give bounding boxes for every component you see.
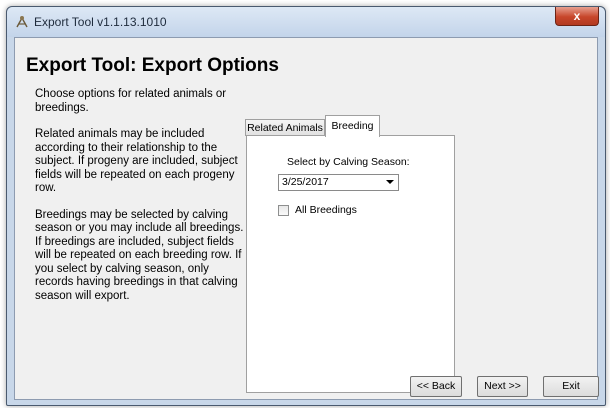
page-title: Export Tool: Export Options	[26, 55, 279, 76]
tab-breeding[interactable]: Breeding	[325, 115, 380, 137]
all-breedings-label[interactable]: All Breedings	[295, 204, 357, 216]
tab-related-animals[interactable]: Related Animals	[245, 119, 325, 136]
all-breedings-checkbox[interactable]	[278, 205, 289, 216]
help-paragraph-1: Choose options for related animals or br…	[35, 88, 227, 114]
back-button[interactable]: << Back	[410, 376, 462, 397]
exit-button[interactable]: Exit	[543, 376, 599, 397]
app-icon	[16, 16, 28, 28]
close-button[interactable]: x	[555, 7, 599, 26]
help-text: Choose options for related animals or br…	[35, 88, 245, 316]
export-tool-window: Export Tool v1.1.13.1010 x Export Tool: …	[6, 6, 606, 406]
next-button[interactable]: Next >>	[477, 376, 528, 397]
help-paragraph-2: Related animals may be included accordin…	[35, 128, 238, 194]
calving-season-dropdown[interactable]: 3/25/2017	[278, 174, 399, 191]
chevron-down-icon[interactable]	[386, 180, 394, 184]
breeding-tab-panel: Select by Calving Season: 3/25/2017 All …	[246, 135, 455, 393]
help-paragraph-3: Breedings may be selected by calving sea…	[35, 208, 244, 302]
calving-season-label: Select by Calving Season:	[287, 156, 410, 168]
dialog-body: Export Tool: Export Options Choose optio…	[14, 37, 598, 400]
calving-season-value: 3/25/2017	[282, 176, 329, 188]
title-bar[interactable]: Export Tool v1.1.13.1010 x	[7, 7, 605, 37]
window-title: Export Tool v1.1.13.1010	[34, 15, 167, 29]
